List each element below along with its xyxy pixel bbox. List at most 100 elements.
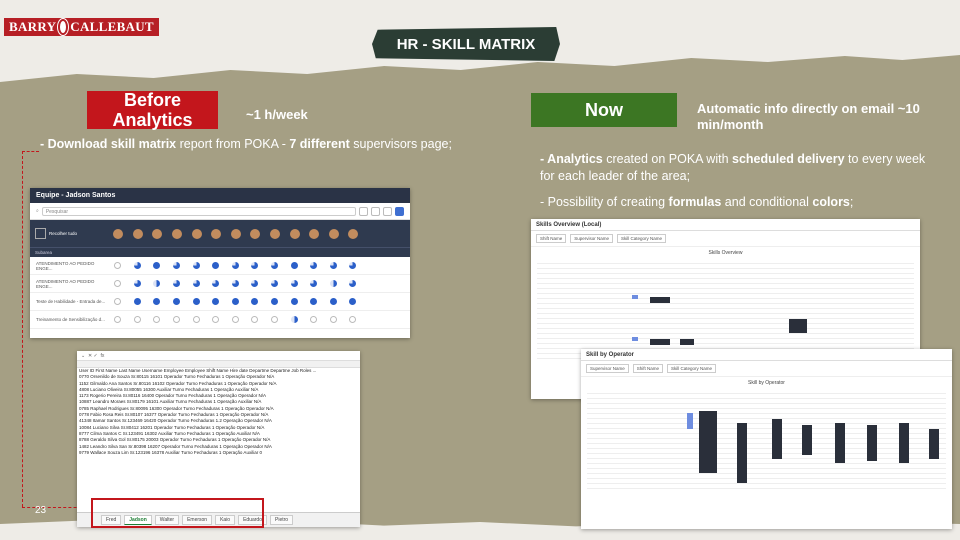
skill-dot	[153, 316, 161, 323]
skill-dot	[329, 280, 337, 287]
skill-dot	[114, 298, 122, 305]
now-line1-normal1: created on POKA with	[602, 152, 733, 166]
avatar	[309, 228, 320, 239]
logo-text-left: BARRY	[9, 19, 57, 34]
filter-chip[interactable]: Shift Name	[536, 234, 567, 243]
skill-by-operator-screenshot: Skill by Operator Supervisor Name Shift …	[581, 349, 952, 529]
avatar	[152, 228, 163, 239]
skill-dot	[251, 316, 259, 323]
avatar	[348, 228, 359, 239]
export-button[interactable]	[383, 206, 392, 216]
avatar	[211, 228, 222, 239]
avatar	[270, 228, 281, 239]
avatar	[172, 228, 183, 239]
filter-button[interactable]	[359, 206, 368, 216]
skill-dot	[290, 262, 298, 269]
equipe-title: Equipe - Jadson Santos	[30, 188, 410, 203]
skill-dot	[231, 262, 239, 269]
now-line1-bold1: - Analytics	[540, 152, 603, 166]
refresh-button[interactable]	[371, 206, 380, 216]
filter-chip[interactable]: Skill Category Name	[617, 234, 667, 243]
formula-bar: ⌄ ✕ ✓ fx	[77, 351, 360, 361]
now-line2-normal2: and conditional	[721, 195, 813, 209]
skill-dot	[153, 262, 161, 269]
skill-by-operator-filters: Supervisor Name Shift Name Skill Categor…	[581, 361, 952, 377]
company-logo: BARRY CALLEBAUT	[4, 18, 159, 36]
skill-dot	[329, 262, 337, 269]
skill-row: ATENDIMENTO AO PEDIDO ENGE...	[30, 257, 410, 275]
avatar	[132, 228, 143, 239]
before-text-bold2: 7 different	[289, 137, 350, 151]
skill-dot	[114, 262, 122, 269]
skill-by-operator-title: Skill by Operator	[581, 349, 952, 361]
skill-dot	[290, 280, 298, 287]
skill-row-label: ATENDIMENTO AO PEDIDO ENGE...	[36, 278, 95, 289]
before-text-normal1: report from POKA -	[176, 137, 290, 151]
skill-dot	[192, 280, 200, 287]
now-description-1: - Analytics created on POKA with schedul…	[540, 151, 935, 185]
column-headers	[77, 361, 360, 368]
logo-text-right: CALLEBAUT	[70, 19, 154, 34]
skill-dot	[329, 298, 337, 305]
skill-dot	[133, 316, 141, 323]
skill-dot	[329, 316, 337, 323]
now-line1-bold2: scheduled delivery	[732, 152, 845, 166]
skill-dot	[251, 262, 259, 269]
collapse-checkbox[interactable]	[35, 228, 46, 239]
search-input[interactable]: Pesquisar	[41, 206, 356, 216]
skill-dot	[133, 298, 141, 305]
sheet-tab[interactable]: Pietro	[270, 515, 294, 525]
skill-dot	[153, 298, 161, 305]
skill-dot	[290, 298, 298, 305]
skills-overview-subtitle: Skills Overview	[708, 250, 743, 256]
skill-dot	[192, 262, 200, 269]
skill-dot	[310, 262, 318, 269]
skill-dot	[231, 280, 239, 287]
skill-dot	[290, 316, 298, 323]
now-line2-normal3: ;	[849, 195, 854, 209]
skill-dot	[349, 280, 357, 287]
skill-dot	[349, 262, 357, 269]
skill-dot	[310, 280, 318, 287]
filter-chip[interactable]: Skill Category Name	[667, 364, 717, 373]
skill-dot	[231, 316, 239, 323]
skill-row: Treinamento de Sensibilização d...	[30, 311, 410, 329]
now-line2-bold2: colors	[812, 195, 850, 209]
skill-row: ATENDIMENTO AO PEDIDO ENGE...	[30, 275, 410, 293]
skill-by-operator-table	[587, 389, 946, 509]
skill-dot	[310, 298, 318, 305]
skill-dot	[212, 316, 220, 323]
now-line2-normal1: - Possibility of creating	[540, 195, 669, 209]
skill-dot	[114, 316, 122, 323]
skill-dot	[173, 298, 181, 305]
skill-dot	[271, 262, 279, 269]
avatar	[328, 228, 339, 239]
tabs-highlight-box	[91, 498, 264, 528]
skills-overview-filters: Shift Name Supervisor Name Skill Categor…	[531, 231, 920, 247]
skill-row: Teste de Habilidade - Entrada de...	[30, 293, 410, 311]
equipe-search-bar: ⌕ Pesquisar	[30, 203, 410, 220]
avatar	[230, 228, 241, 239]
filter-chip[interactable]: Supervisor Name	[570, 234, 614, 243]
skill-dot	[349, 316, 357, 323]
skill-row-label: ATENDIMENTO AO PEDIDO ENGE...	[36, 260, 95, 271]
now-badge: Now	[531, 93, 677, 127]
skill-dot	[133, 262, 141, 269]
sheet-grid: User ID First Name Last Name Username Em…	[77, 368, 360, 456]
dashed-connector	[22, 151, 23, 507]
skill-dot	[271, 316, 279, 323]
filter-chip[interactable]: Shift Name	[632, 364, 664, 373]
edit-button[interactable]	[395, 206, 404, 216]
skill-dot	[153, 280, 161, 287]
filter-chip[interactable]: Supervisor Name	[586, 364, 629, 373]
team-row: Recolher tudo	[30, 220, 410, 247]
page-number: 23	[35, 505, 47, 516]
skill-dot	[271, 280, 279, 287]
skill-dot	[114, 280, 122, 287]
skill-row-label: Teste de Habilidade - Entrada de...	[36, 299, 106, 304]
dashed-connector-top	[22, 151, 39, 152]
avatar	[113, 228, 124, 239]
cocoa-pod-icon	[57, 18, 70, 36]
skill-dot	[251, 298, 259, 305]
now-description-2: - Possibility of creating formulas and c…	[540, 194, 935, 211]
